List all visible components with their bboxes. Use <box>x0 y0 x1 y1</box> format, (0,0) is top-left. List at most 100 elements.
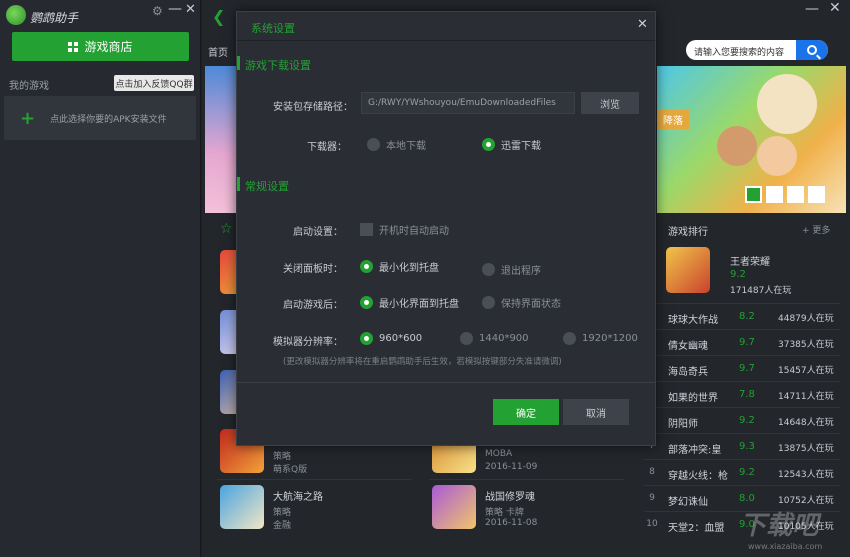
star-icon: ☆ <box>220 221 233 237</box>
carousel-dot[interactable] <box>766 186 783 203</box>
search-icon <box>807 45 817 55</box>
divider <box>217 479 412 480</box>
game-icon[interactable] <box>666 247 710 293</box>
rank-score: 8.0 <box>739 493 755 504</box>
rank-name: 阴阳师 <box>668 419 698 430</box>
radio-local-download[interactable]: 本地下载 <box>367 137 426 152</box>
ranking-row[interactable]: 7 部落冲突:皇 9.3 13875人在玩 <box>644 433 840 459</box>
window-minimize-icon[interactable]: — <box>805 1 819 17</box>
minimize-icon[interactable]: — <box>168 1 182 17</box>
rank-name: 部落冲突:皇 <box>668 445 722 456</box>
grid-icon <box>68 41 79 52</box>
game-subtitle: 2016-11-08 <box>485 518 538 528</box>
radio-min-ui-tray[interactable]: 最小化界面到托盘 <box>360 295 459 310</box>
banner-character <box>757 74 817 134</box>
nav-home[interactable]: 首页 <box>208 44 228 59</box>
ranking-row[interactable]: 海岛奇兵 9.7 15457人在玩 <box>644 355 840 381</box>
resolution-note: (更改模拟器分辨率将在重启鹦鹉助手后生效，若模拟按键部分失准请微调) <box>283 357 562 367</box>
rank-score: 9.2 <box>739 467 755 478</box>
game-category: 策略 <box>273 508 292 518</box>
radio-keep-ui[interactable]: 保持界面状态 <box>482 295 561 310</box>
divider <box>429 479 624 480</box>
rank-score: 8.2 <box>739 311 755 322</box>
ranking-row[interactable]: 倩女幽魂 9.7 37385人在玩 <box>644 329 840 355</box>
feedback-qq-button[interactable]: 点击加入反馈QQ群 <box>114 75 194 91</box>
add-apk-label: 点此选择你要的APK安装文件 <box>50 114 167 125</box>
radio-icon <box>563 332 576 345</box>
window-close-icon[interactable]: ✕ <box>829 0 841 16</box>
back-arrow-icon[interactable]: ❮ <box>212 7 225 26</box>
cancel-button[interactable]: 取消 <box>563 399 629 425</box>
radio-res-960[interactable]: 960*600 <box>360 332 422 345</box>
resolution-label: 模拟器分辨率： <box>273 337 343 348</box>
game-store-label: 游戏商店 <box>84 40 133 54</box>
close-icon[interactable]: ✕ <box>637 17 648 32</box>
divider <box>237 382 655 383</box>
radio-res-1440[interactable]: 1440*900 <box>460 332 529 345</box>
game-icon <box>432 485 476 529</box>
banner-left-image[interactable] <box>205 66 237 213</box>
rank-name: 海岛奇兵 <box>668 367 708 378</box>
path-field[interactable]: G:/RWY/YWshouyou/EmuDownloadedFiles <box>361 92 575 114</box>
ranking-row[interactable]: 8 穿越火线：枪 9.2 12543人在玩 <box>644 459 840 485</box>
close-icon[interactable]: ✕ <box>185 2 196 17</box>
ranking-row[interactable]: 球球大作战 8.2 44879人在玩 <box>644 303 840 329</box>
option-label: 开机时自动启动 <box>379 226 449 237</box>
checkbox-icon <box>360 223 373 236</box>
carousel-dot[interactable] <box>808 186 825 203</box>
rank-top-name[interactable]: 王者荣耀 <box>730 253 770 268</box>
banner-character <box>757 136 797 176</box>
startup-label: 启动设置： <box>293 227 343 238</box>
rank-score: 9.2 <box>739 415 755 426</box>
add-apk-button[interactable]: + 点此选择你要的APK安装文件 <box>4 96 196 140</box>
option-label: 迅雷下载 <box>501 141 541 152</box>
game-subtitle: 2016-11-09 <box>485 462 538 472</box>
radio-icon <box>360 296 373 309</box>
radio-exit-program[interactable]: 退出程序 <box>482 262 541 277</box>
radio-icon <box>360 332 373 345</box>
app-logo <box>6 5 26 25</box>
game-subtitle: 萌系Q版 <box>273 465 308 475</box>
rank-score: 7.8 <box>739 389 755 400</box>
banner-label: 降落 <box>657 110 689 129</box>
ranking-row[interactable]: 阴阳师 9.2 14648人在玩 <box>644 407 840 433</box>
search-box[interactable]: 请输入您要搜索的内容 <box>686 40 828 60</box>
game-store-button[interactable]: 游戏商店 <box>12 32 189 61</box>
app-brand: 鹦鹉助手 <box>30 11 79 25</box>
rank-number: 9 <box>649 493 655 503</box>
search-input[interactable]: 请输入您要搜索的内容 <box>694 45 784 58</box>
game-icon <box>220 485 264 529</box>
option-label: 最小化界面到托盘 <box>379 299 459 310</box>
carousel-dot[interactable] <box>787 186 804 203</box>
gear-icon[interactable]: ⚙ <box>152 4 163 18</box>
rank-players: 13875人在玩 <box>778 444 834 454</box>
my-games-label: 我的游戏 <box>9 81 49 92</box>
rank-score: 9.3 <box>739 441 755 452</box>
radio-icon <box>482 296 495 309</box>
banner-right-image[interactable]: 降落 <box>657 66 846 213</box>
list-item[interactable]: 战国修罗魂 策略 卡牌 2016-11-08 <box>429 485 629 533</box>
radio-res-1920[interactable]: 1920*1200 <box>563 332 638 345</box>
checkbox-autostart[interactable]: 开机时自动启动 <box>360 222 449 237</box>
rank-players: 12543人在玩 <box>778 470 834 480</box>
rank-name: 如果的世界 <box>668 393 718 404</box>
rank-score: 9.7 <box>739 337 755 348</box>
radio-thunder-download[interactable]: 迅雷下载 <box>482 137 541 152</box>
list-item[interactable]: 大航海之路 策略 金融 <box>217 485 417 533</box>
game-category: 策略 <box>273 452 292 462</box>
ranking-row[interactable]: 如果的世界 7.8 14711人在玩 <box>644 381 840 407</box>
sidebar: 鹦鹉助手 ⚙ — ✕ 游戏商店 我的游戏 点击加入反馈QQ群 + 点此选择你要的… <box>0 0 201 557</box>
rank-number: 10 <box>646 519 658 529</box>
browse-button[interactable]: 浏览 <box>581 92 639 114</box>
ranking-title: 游戏排行 <box>668 227 708 238</box>
radio-minimize-tray[interactable]: 最小化到托盘 <box>360 259 439 274</box>
rank-players: 14711人在玩 <box>778 392 834 402</box>
watermark-url: www.xiazaiba.com <box>748 542 823 551</box>
carousel-dot[interactable] <box>745 186 762 203</box>
sidebar-titlebar: 鹦鹉助手 ⚙ — ✕ <box>0 0 200 30</box>
rank-score: 9.7 <box>739 363 755 374</box>
search-button[interactable] <box>796 40 828 60</box>
rank-number: 8 <box>649 467 655 477</box>
confirm-button[interactable]: 确定 <box>493 399 559 425</box>
ranking-more-link[interactable]: + 更多 <box>802 223 830 236</box>
